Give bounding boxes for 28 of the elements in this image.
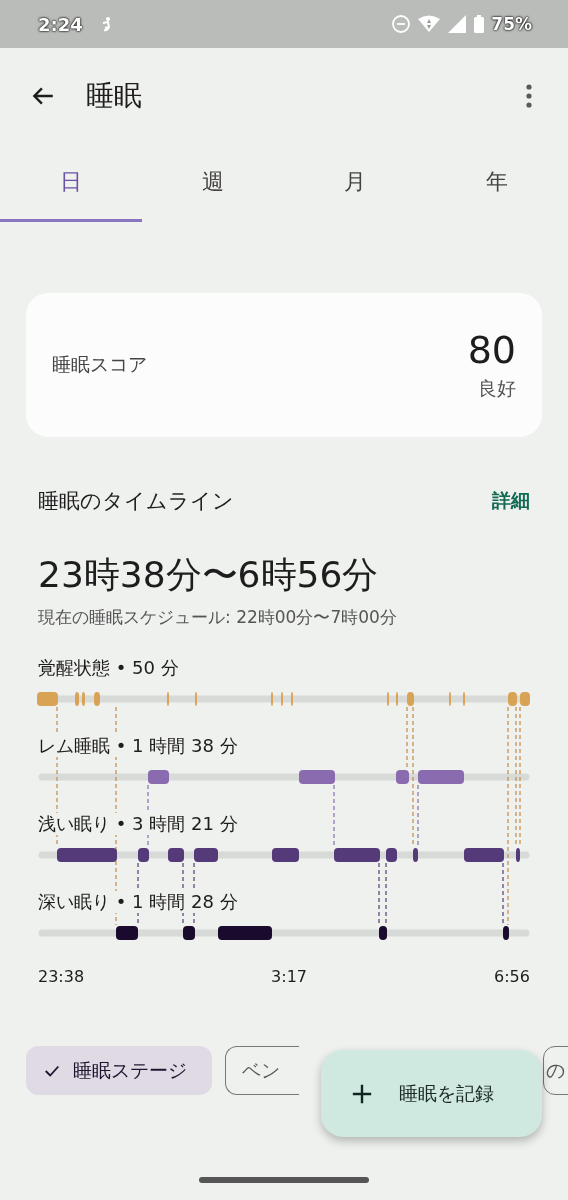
score-label: 睡眠スコア	[52, 352, 148, 377]
tab[interactable]: 月	[284, 144, 426, 222]
filter-chip[interactable]: ベン	[225, 1046, 299, 1095]
score-value: 80	[467, 328, 516, 372]
axis-label: 23:38	[38, 967, 85, 986]
filter-chip[interactable]: の	[543, 1046, 568, 1095]
section-title: 睡眠のタイムライン	[38, 488, 234, 515]
score-rating: 良好	[478, 376, 516, 401]
signal-icon	[447, 14, 468, 34]
log-sleep-button[interactable]: 睡眠を記録	[321, 1050, 542, 1137]
wifi-icon	[417, 14, 442, 34]
page-title: 睡眠	[86, 78, 142, 114]
battery-percent: 75%	[491, 14, 532, 34]
do-not-disturb-icon	[391, 14, 412, 34]
sleep-range: 23時38分〜6時56分	[38, 553, 380, 597]
axis-label: 6:56	[494, 967, 530, 986]
tab[interactable]: 週	[142, 144, 284, 222]
status-time: 2:24	[38, 13, 83, 35]
axis-label: 3:17	[271, 967, 308, 986]
tab[interactable]: 日	[0, 144, 142, 222]
battery-icon	[473, 14, 486, 34]
sleep-schedule: 現在の睡眠スケジュール: 22時00分〜7時00分	[38, 606, 398, 629]
plus-icon	[351, 1082, 373, 1105]
score-card[interactable]: 睡眠スコア 80 良好	[26, 293, 542, 437]
details-link[interactable]: 詳細	[492, 488, 530, 514]
filter-chip[interactable]: 睡眠ステージ	[26, 1046, 212, 1095]
more-menu-icon[interactable]	[526, 84, 532, 108]
tab[interactable]: 年	[426, 144, 568, 222]
